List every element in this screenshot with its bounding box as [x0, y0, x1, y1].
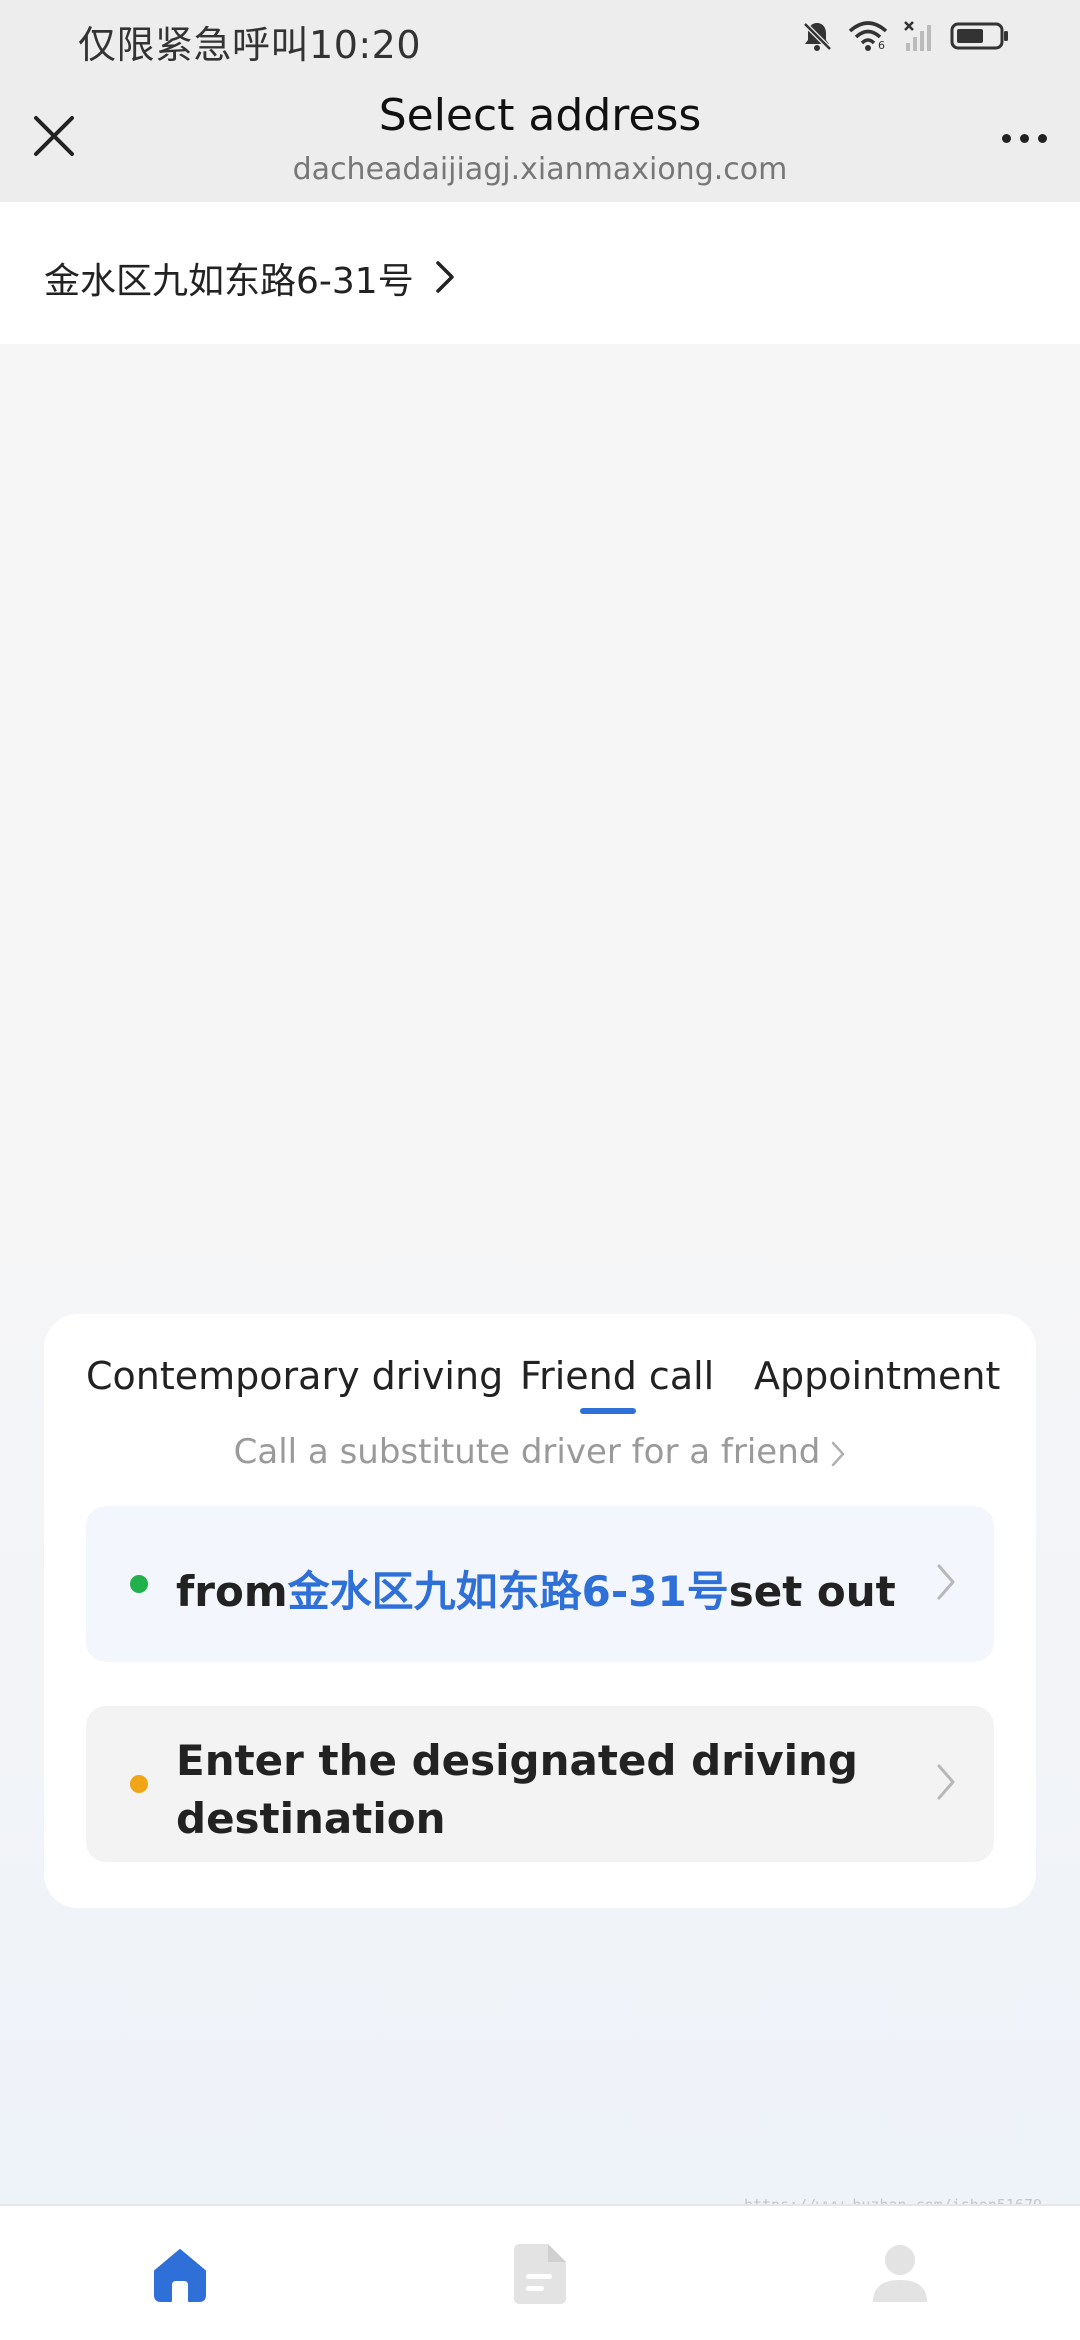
- page-url: dacheadaijiagj.xianmaxiong.com: [292, 152, 788, 187]
- from-prefix: from: [176, 1567, 288, 1616]
- more-icon: [1001, 133, 1011, 143]
- chevron-right-icon: [832, 1441, 845, 1466]
- booking-card: Contemporary driving Friend call Appoint…: [44, 1314, 1036, 1908]
- page-title: Select address: [378, 90, 702, 141]
- nav-profile[interactable]: [860, 2234, 940, 2314]
- header: Select address dacheadaijiagj.xianmaxion…: [0, 74, 1080, 202]
- chevron-right-icon: [937, 1764, 955, 1800]
- status-text: 仅限紧急呼叫10:20: [78, 14, 421, 69]
- status-bar: 仅限紧急呼叫10:20 6: [0, 0, 1080, 74]
- start-address: 金水区九如东路6-31号: [287, 1567, 729, 1616]
- map-area[interactable]: [0, 344, 1080, 2204]
- wifi-icon: 6: [848, 19, 888, 53]
- more-icon: [1037, 133, 1047, 143]
- destination-text: Enter the designated driving destination: [176, 1736, 858, 1843]
- home-icon: [154, 2249, 206, 2302]
- current-location-text: 金水区九如东路6-31号: [44, 261, 414, 302]
- start-address-row[interactable]: from金水区九如东路6-31号set out: [86, 1506, 994, 1662]
- service-tabs: Contemporary driving Friend call Appoint…: [44, 1354, 1036, 1434]
- status-time: 10:20: [309, 23, 422, 67]
- status-icons: 6: [800, 16, 1010, 56]
- more-icon: [1019, 133, 1029, 143]
- carrier-text: 仅限紧急呼叫: [78, 23, 310, 67]
- hint-text: Call a substitute driver for a friend: [233, 1432, 821, 1472]
- tab-contemporary-driving[interactable]: Contemporary driving: [86, 1354, 503, 1398]
- chevron-right-icon: [937, 1564, 955, 1600]
- bottom-nav: [0, 2204, 1080, 2340]
- from-suffix: set out: [728, 1567, 896, 1616]
- active-tab-indicator: [580, 1408, 636, 1414]
- signal-icon: [902, 19, 936, 53]
- tab-friend-call[interactable]: Friend call: [520, 1354, 714, 1398]
- current-location-bar[interactable]: 金水区九如东路6-31号: [0, 202, 1080, 344]
- chevron-right-icon: [436, 261, 454, 293]
- more-button[interactable]: [994, 118, 1054, 158]
- friend-call-hint[interactable]: Call a substitute driver for a friend: [44, 1432, 1036, 1472]
- destination-row[interactable]: Enter the designated driving destination: [86, 1706, 994, 1862]
- bell-mute-icon: [800, 19, 834, 53]
- tab-appointment[interactable]: Appointment: [754, 1354, 1000, 1398]
- nav-home[interactable]: [140, 2234, 220, 2314]
- orders-icon: [514, 2244, 566, 2304]
- svg-text:6: 6: [878, 39, 885, 52]
- battery-icon: [950, 19, 1010, 53]
- start-address-text: from金水区九如东路6-31号set out: [176, 1558, 896, 1619]
- nav-orders[interactable]: [500, 2234, 580, 2314]
- profile-icon: [873, 2245, 927, 2302]
- start-dot-icon: [130, 1575, 148, 1593]
- tab-fade: [996, 1354, 1036, 1434]
- destination-dot-icon: [130, 1775, 148, 1793]
